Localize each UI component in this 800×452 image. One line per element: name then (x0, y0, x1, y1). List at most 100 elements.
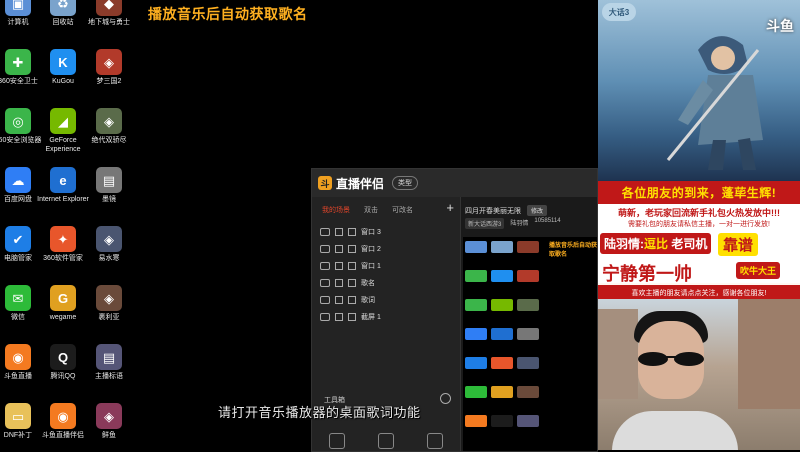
desktop-icon-label: 裹利亚 (98, 314, 120, 321)
source-item[interactable]: 截屏 1 (312, 308, 460, 325)
promo-banner: 各位朋友的到来，蓬荜生辉! 萌新，老玩家回流新手礼包火热发放中!!! 需要礼包的… (598, 181, 800, 299)
pc-manager-icon: ✔ (5, 226, 31, 252)
tab-double-click[interactable]: 双击 (364, 205, 378, 215)
preview-overlay-title: 播放音乐后自动获取歌名 (549, 243, 597, 258)
preview-icon (517, 386, 539, 398)
source-label: 歌名 (361, 279, 375, 287)
desktop-icon[interactable]: ◆ 地下城与勇士 (81, 0, 137, 27)
add-source-button[interactable]: + (446, 200, 454, 215)
gift-pack-text: 萌新，老玩家回流新手礼包火热发放中!!! (598, 204, 800, 219)
screenshot-icon (348, 312, 356, 321)
preview-panel: 四月开春美丽无限 修改 新大话西游3 陆羽情 10585114 播放音乐后自动获… (461, 197, 597, 451)
desktop-icon-label: 绝代双骄尽 (91, 137, 127, 144)
sunglasses-icon (638, 352, 704, 366)
host-tag-driver: 老司机 (671, 237, 708, 251)
building-right (738, 299, 800, 409)
preview-icon (465, 357, 487, 369)
preview-icon (517, 357, 539, 369)
lock-icon[interactable] (335, 227, 343, 236)
window-icon (348, 227, 356, 236)
desktop-icon-label: 鲜鱼 (102, 432, 116, 439)
desktop-icon[interactable]: ◈ 易水寒 (81, 226, 137, 263)
preview-icon (465, 299, 487, 311)
eye-icon[interactable] (320, 312, 330, 321)
welcome-text: 各位朋友的到来，蓬荜生辉! (598, 181, 800, 204)
toolbox-expand-icon[interactable] (440, 393, 451, 404)
game-logo: 大话3 (602, 3, 636, 21)
desktop-icon[interactable]: ▤ 主播标语 (81, 344, 137, 381)
tab-rename[interactable]: 可改名 (392, 205, 413, 215)
tool-c-icon[interactable] (427, 433, 444, 449)
edit-button[interactable]: 修改 (527, 205, 548, 216)
desktop-icon[interactable]: ◈ 绝代双骄尽 (81, 108, 137, 145)
desktop: ▣计算机♻回收站◆地下城与勇士✚360安全卫士KKuGou◈梦三国2◎360安全… (0, 0, 598, 452)
eye-icon[interactable] (320, 261, 330, 270)
desktop-icon[interactable]: ◈ 鲜鱼 (81, 403, 137, 440)
type-button[interactable]: 类型 (392, 176, 419, 190)
lock-icon[interactable] (335, 261, 343, 270)
app-logo: 斗 直播伴侣 (318, 175, 384, 192)
source-item[interactable]: 歌词 (312, 291, 460, 308)
preview-icon (517, 328, 539, 340)
desktop-icon[interactable]: ◈ 裹利亚 (81, 285, 137, 322)
baidu-netdisk-icon: ☁ (5, 167, 31, 193)
desktop-icon[interactable]: ▤ 墨镜 (81, 167, 137, 204)
source-item[interactable]: 窗口 2 (312, 240, 460, 257)
eye-icon[interactable] (320, 278, 330, 287)
preview-icon (517, 299, 539, 311)
tool-b-icon[interactable] (377, 433, 394, 449)
360-safe-icon: ✚ (5, 49, 31, 75)
name-row: 宁静第一帅 吹牛大王 (598, 259, 800, 284)
computer-icon: ▣ (5, 0, 31, 16)
wechat-icon: ✉ (5, 285, 31, 311)
preview-icon (491, 357, 513, 369)
lock-icon[interactable] (335, 244, 343, 253)
webcam-feed (598, 299, 800, 450)
eye-icon[interactable] (320, 244, 330, 253)
text-icon (348, 278, 356, 287)
source-item[interactable]: 歌名 (312, 274, 460, 291)
host-name: 陆羽情 (510, 221, 529, 227)
window-icon (348, 261, 356, 270)
lock-icon[interactable] (335, 312, 343, 321)
preview-icon (491, 415, 513, 427)
tab-my-scenes[interactable]: 我的场景 (322, 205, 350, 215)
preview-icon (465, 270, 487, 282)
eye-icon[interactable] (320, 295, 330, 304)
host-tag: 陆羽情:逗比 老司机 (600, 233, 712, 254)
text-icon (348, 295, 356, 304)
stream-preview[interactable]: 播放音乐后自动获取歌名 (463, 237, 597, 451)
image-icon: ▤ (96, 344, 122, 370)
qq-icon: Q (50, 344, 76, 370)
image-icon: ▤ (96, 167, 122, 193)
preview-icon (465, 386, 487, 398)
tool-a-icon[interactable] (328, 433, 345, 449)
source-item[interactable]: 窗口 3 (312, 223, 460, 240)
source-item[interactable]: 窗口 1 (312, 257, 460, 274)
lock-icon[interactable] (335, 278, 343, 287)
source-label: 截屏 1 (361, 313, 381, 321)
lock-icon[interactable] (335, 295, 343, 304)
desktop-icon-label: 地下城与勇士 (88, 19, 130, 26)
preview-icon (491, 241, 513, 253)
douyu-logo-icon: 斗 (318, 176, 332, 190)
host-label: 陆羽情: (604, 237, 644, 251)
eye-icon[interactable] (320, 227, 330, 236)
handsome-title: 宁静第一帅 (602, 264, 692, 284)
category-badge[interactable]: 新大话西游3 (465, 218, 505, 229)
window-header: 斗 直播伴侣 类型 (312, 169, 597, 197)
scene-tabs: 我的场景 双击 可改名 + (312, 197, 460, 219)
preview-icon (491, 328, 513, 340)
desktop-icon[interactable]: ◈ 梦三国2 (81, 49, 137, 86)
lyrics-subtitle: 请打开音乐播放器的桌面歌词功能 (218, 405, 421, 420)
bottom-toolbar (312, 433, 460, 449)
game-icon: ◈ (96, 108, 122, 134)
window-icon (348, 244, 356, 253)
private-message-text: 需要礼包的朋友请私信主播，一对一进行发放! (598, 219, 800, 231)
warrior-illustration (666, 36, 763, 170)
preview-icon (465, 415, 487, 427)
room-info: 四月开春美丽无限 修改 (461, 197, 597, 218)
source-list: 窗口 3 窗口 2 窗口 1 歌名歌词截屏 1 (312, 223, 460, 325)
360-software-icon: ✦ (50, 226, 76, 252)
game-artwork: 大话3 斗鱼 (598, 0, 800, 181)
